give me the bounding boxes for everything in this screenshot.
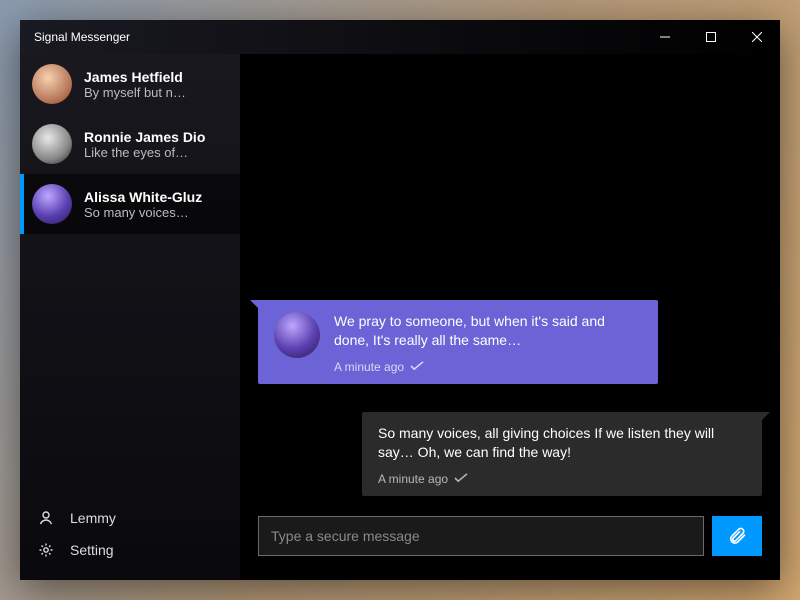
message-meta: A minute ago [378, 472, 746, 486]
message-outgoing: So many voices, all giving choices If we… [258, 412, 762, 496]
contact-name: Ronnie James Dio [84, 129, 205, 145]
contact-name: Alissa White-Gluz [84, 189, 202, 205]
contact-item-selected[interactable]: Alissa White-Gluz So many voices… [20, 174, 240, 234]
message-list: We pray to someone, but when it's said a… [258, 54, 762, 516]
message-text: We pray to someone, but when it's said a… [334, 312, 642, 350]
app-title: Signal Messenger [34, 30, 130, 44]
contact-name: James Hetfield [84, 69, 186, 85]
check-icon [454, 472, 468, 486]
profile-item[interactable]: Lemmy [20, 502, 240, 534]
avatar [32, 124, 72, 164]
minimize-button[interactable] [642, 20, 688, 54]
sidebar: James Hetfield By myself but n… Ronnie J… [20, 54, 240, 580]
titlebar: Signal Messenger [20, 20, 780, 54]
sidebar-bottom: Lemmy Setting [20, 496, 240, 580]
message-incoming: We pray to someone, but when it's said a… [258, 300, 762, 384]
contact-text: Alissa White-Gluz So many voices… [84, 189, 202, 220]
contact-preview: Like the eyes of… [84, 145, 205, 160]
profile-label: Lemmy [70, 510, 116, 526]
close-button[interactable] [734, 20, 780, 54]
compose-bar [258, 516, 762, 556]
chat-pane: We pray to someone, but when it's said a… [240, 54, 780, 580]
attach-button[interactable] [712, 516, 762, 556]
avatar [32, 64, 72, 104]
contact-preview: So many voices… [84, 205, 202, 220]
app-window: Signal Messenger James Hetfield By mysel… [20, 20, 780, 580]
message-bubble: So many voices, all giving choices If we… [362, 412, 762, 496]
maximize-button[interactable] [688, 20, 734, 54]
bubble-tail [760, 412, 770, 422]
person-icon [36, 510, 56, 526]
gear-icon [36, 542, 56, 558]
contact-item[interactable]: Ronnie James Dio Like the eyes of… [20, 114, 240, 174]
message-input[interactable] [258, 516, 704, 556]
contact-text: James Hetfield By myself but n… [84, 69, 186, 100]
close-icon [752, 32, 762, 42]
app-body: James Hetfield By myself but n… Ronnie J… [20, 54, 780, 580]
message-text: So many voices, all giving choices If we… [378, 424, 746, 462]
settings-item[interactable]: Setting [20, 534, 240, 566]
message-avatar [274, 312, 320, 358]
contact-preview: By myself but n… [84, 85, 186, 100]
contact-item[interactable]: James Hetfield By myself but n… [20, 54, 240, 114]
maximize-icon [706, 32, 716, 42]
contact-text: Ronnie James Dio Like the eyes of… [84, 129, 205, 160]
message-bubble: We pray to someone, but when it's said a… [258, 300, 658, 384]
avatar [32, 184, 72, 224]
message-meta: A minute ago [334, 360, 642, 374]
attachment-icon [727, 526, 747, 546]
settings-label: Setting [70, 542, 114, 558]
message-time: A minute ago [378, 472, 448, 486]
window-controls [642, 20, 780, 54]
check-icon [410, 360, 424, 374]
contact-list: James Hetfield By myself but n… Ronnie J… [20, 54, 240, 496]
message-time: A minute ago [334, 360, 404, 374]
minimize-icon [660, 32, 670, 42]
bubble-tail [250, 300, 260, 310]
